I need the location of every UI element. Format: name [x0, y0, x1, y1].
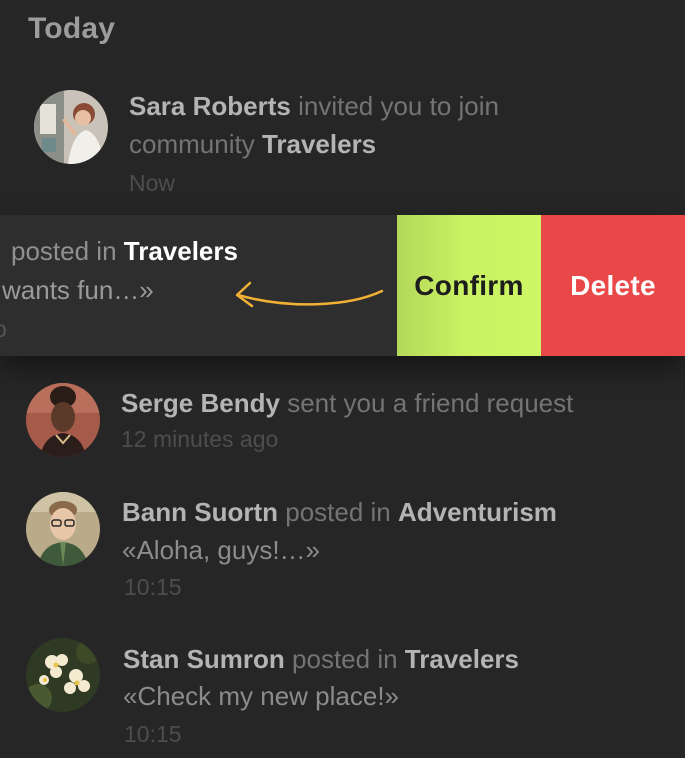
action-text: posted in	[11, 236, 117, 266]
woman-painting-avatar-image	[34, 90, 108, 164]
avatar[interactable]	[34, 90, 108, 164]
sender-name[interactable]: Bann Suortn	[122, 497, 278, 527]
post-quote: «Check my new place!»	[123, 681, 400, 711]
community-link[interactable]: Adventurism	[398, 497, 557, 527]
swiped-notification-row[interactable]: posted in Travelers wants fun…» o Confir…	[0, 215, 685, 356]
sender-name[interactable]: Stan Sumron	[123, 644, 285, 674]
avatar[interactable]	[26, 638, 100, 712]
action-text: invited you to join	[298, 91, 499, 121]
sender-name[interactable]: Sara Roberts	[129, 91, 291, 121]
post-quote: «Aloha, guys!…»	[122, 535, 321, 565]
post-quote: wants fun…»	[2, 275, 154, 305]
community-link[interactable]: Travelers	[124, 236, 238, 266]
notification-item-serge[interactable]: Serge Bendy sent you a friend request 12…	[0, 378, 685, 468]
confirm-button[interactable]: Confirm	[397, 215, 541, 356]
action-text: posted in	[292, 644, 398, 674]
action-text: sent you a friend request	[287, 388, 574, 418]
timestamp: 10:15	[124, 721, 182, 747]
timestamp: o	[0, 316, 7, 342]
community-link[interactable]: Travelers	[405, 644, 519, 674]
swipe-left-arrow-icon	[235, 281, 384, 308]
man-glasses-avatar-image	[26, 492, 100, 566]
avatar[interactable]	[26, 492, 100, 566]
action-text: posted in	[285, 497, 391, 527]
section-title-today: Today	[28, 12, 116, 45]
avatar[interactable]	[26, 383, 100, 457]
delete-button[interactable]: Delete	[541, 215, 685, 356]
woman-portrait-avatar-image	[26, 383, 100, 457]
timestamp: 10:15	[124, 574, 182, 600]
timestamp: Now	[129, 170, 176, 196]
action-text-cont: community	[129, 129, 255, 159]
sender-name[interactable]: Serge Bendy	[121, 388, 280, 418]
community-link[interactable]: Travelers	[262, 129, 376, 159]
flowers-avatar-image	[26, 638, 100, 712]
timestamp: 12 minutes ago	[121, 426, 279, 452]
notification-item-stan[interactable]: Stan Sumron posted in Travelers «Check m…	[0, 634, 685, 754]
notification-item-sara[interactable]: Sara Roberts invited you to join communi…	[0, 80, 685, 200]
notification-item-bann[interactable]: Bann Suortn posted in Adventurism «Aloha…	[0, 487, 685, 607]
